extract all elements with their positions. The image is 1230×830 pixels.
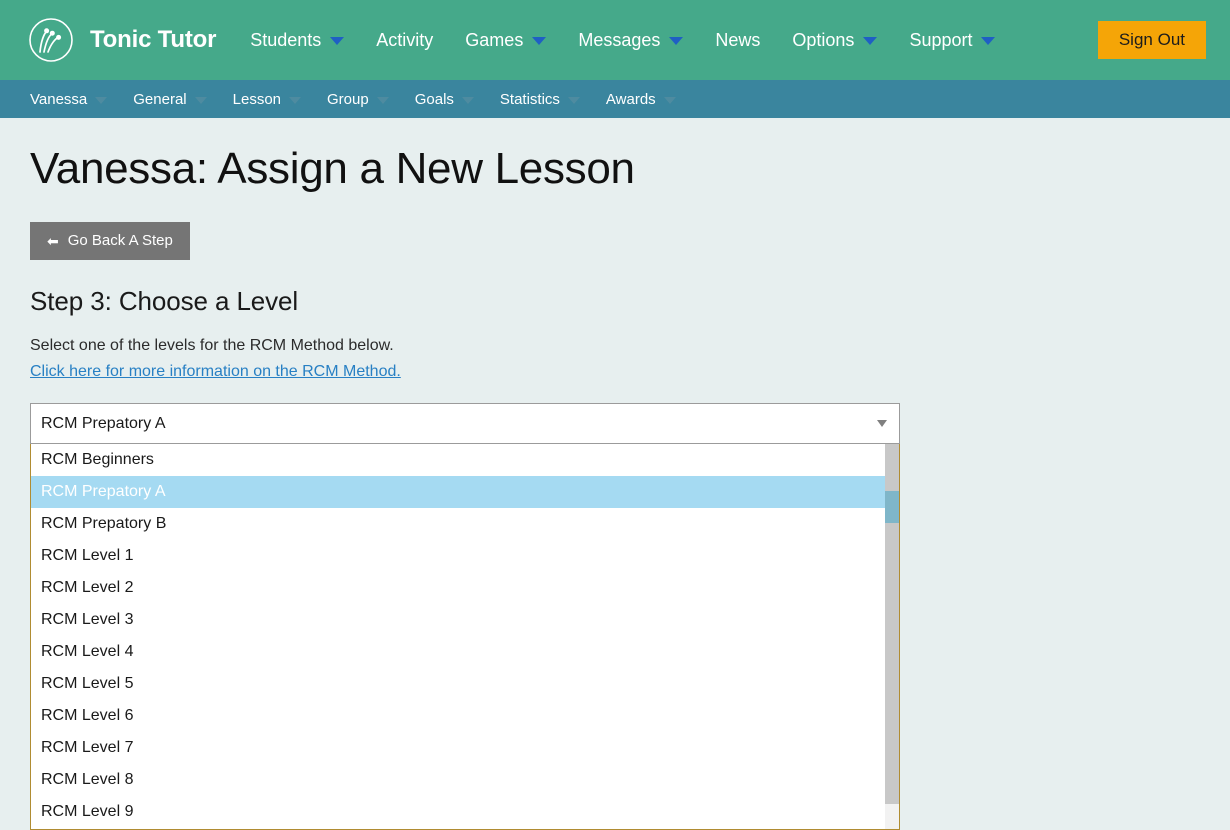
nav-label: Messages	[578, 29, 661, 50]
primary-navigation: Students Activity Games Messages News Op…	[250, 0, 996, 80]
chevron-down-icon	[95, 96, 108, 104]
main-content: Vanessa: Assign a New Lesson ⬅ Go Back A…	[0, 118, 1230, 830]
level-option-selected[interactable]: RCM Prepatory A	[31, 476, 899, 509]
brand-name[interactable]: Tonic Tutor	[90, 26, 216, 54]
nav-item-options[interactable]: Options	[792, 29, 878, 51]
nav-item-activity[interactable]: Activity	[376, 30, 433, 51]
subnav-label: Statistics	[499, 90, 560, 108]
step-description: Select one of the levels for the RCM Met…	[30, 336, 394, 354]
chevron-down-icon	[567, 96, 580, 104]
subnav-item-general[interactable]: General	[133, 90, 207, 108]
subnav-item-lesson[interactable]: Lesson	[232, 90, 302, 108]
level-options-list[interactable]: RCM Beginners RCM Prepatory A RCM Prepat…	[30, 444, 900, 830]
top-header-bar: Tonic Tutor Students Activity Games Mess…	[0, 0, 1230, 80]
sign-out-button[interactable]: Sign Out	[1097, 21, 1206, 60]
level-option[interactable]: RCM Level 2	[31, 572, 899, 604]
nav-label: Support	[909, 29, 973, 50]
chevron-down-icon	[863, 37, 878, 45]
nav-item-students[interactable]: Students	[250, 29, 345, 51]
level-option[interactable]: RCM Prepatory B	[31, 508, 899, 540]
level-option[interactable]: RCM Level 8	[31, 764, 899, 796]
chevron-down-icon	[330, 37, 345, 45]
subnav-item-statistics[interactable]: Statistics	[500, 91, 580, 108]
arrow-left-icon: ⬅	[47, 232, 59, 249]
nav-label: Students	[250, 29, 322, 50]
chevron-down-icon	[669, 37, 684, 45]
subnav-label: Group	[327, 90, 369, 108]
subnav-item-awards[interactable]: Awards	[606, 91, 676, 108]
secondary-navigation: Vanessa General Lesson Group Goals Stati…	[0, 80, 1230, 118]
nav-label: News	[715, 29, 761, 50]
chevron-down-icon	[461, 96, 474, 104]
subnav-item-group[interactable]: Group	[327, 91, 389, 108]
nav-label: Games	[465, 29, 524, 50]
subnav-label: Goals	[414, 90, 454, 108]
nav-item-games[interactable]: Games	[465, 29, 547, 51]
chevron-down-icon	[877, 420, 887, 428]
level-option[interactable]: RCM Level 9	[31, 796, 899, 828]
rcm-method-info-link[interactable]: Click here for more information on the R…	[30, 363, 401, 381]
level-option[interactable]: RCM Level 7	[31, 732, 899, 764]
level-select-box[interactable]: RCM Prepatory A	[30, 403, 900, 445]
level-select-wrapper: RCM Prepatory A RCM Beginners RCM Prepat…	[30, 403, 900, 830]
level-option[interactable]: RCM Beginners	[31, 444, 899, 476]
nav-item-messages[interactable]: Messages	[578, 29, 684, 51]
nav-item-news[interactable]: News	[715, 30, 760, 51]
chevron-down-icon	[663, 96, 676, 104]
nav-item-support[interactable]: Support	[909, 29, 996, 51]
page-title: Vanessa: Assign a New Lesson	[30, 144, 635, 193]
level-option[interactable]: RCM Level 4	[31, 636, 899, 668]
subnav-item-vanessa[interactable]: Vanessa	[30, 90, 108, 108]
chevron-down-icon	[532, 37, 547, 45]
step-heading: Step 3: Choose a Level	[30, 285, 299, 316]
level-select-value: RCM Prepatory A	[41, 414, 166, 432]
chevron-down-icon	[981, 37, 996, 45]
subnav-label: General	[133, 90, 187, 108]
go-back-label: Go Back A Step	[67, 231, 173, 249]
subnav-label: Vanessa	[30, 90, 88, 108]
chevron-down-icon	[194, 96, 207, 104]
level-option[interactable]: RCM Level 1	[31, 540, 899, 572]
level-option[interactable]: RCM Level 6	[31, 700, 899, 732]
chevron-down-icon	[289, 96, 302, 104]
chevron-down-icon	[376, 96, 389, 104]
nav-label: Activity	[376, 29, 434, 50]
subnav-label: Lesson	[232, 90, 282, 108]
go-back-a-step-button[interactable]: ⬅ Go Back A Step	[30, 221, 190, 260]
level-option[interactable]: RCM Level 3	[31, 604, 899, 636]
subnav-item-goals[interactable]: Goals	[415, 91, 474, 108]
subnav-label: Awards	[605, 90, 656, 108]
level-option[interactable]: RCM Level 5	[31, 668, 899, 700]
nav-label: Options	[792, 29, 855, 50]
tonic-tutor-logo-icon[interactable]	[28, 17, 74, 63]
